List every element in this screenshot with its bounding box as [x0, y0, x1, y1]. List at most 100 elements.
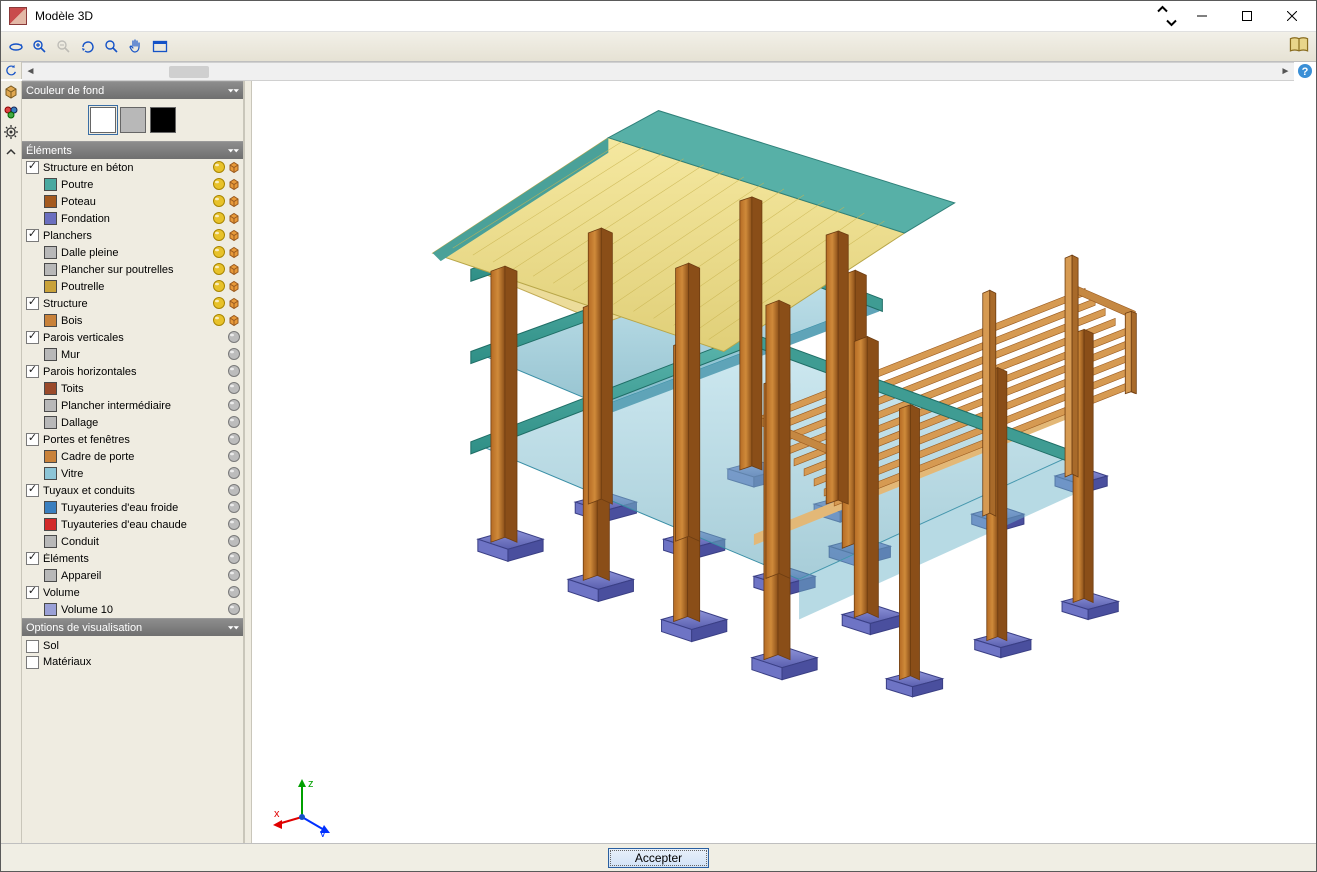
checkbox[interactable] [26, 656, 39, 669]
scroll-track[interactable] [39, 64, 1277, 80]
color-swatch[interactable] [44, 314, 57, 327]
sphere-icon[interactable] [227, 483, 241, 497]
cube-icon[interactable] [227, 245, 241, 259]
sphere-icon[interactable] [212, 177, 226, 191]
panel-header-elements[interactable]: Éléments ▾▾ [22, 141, 243, 159]
maximize-button[interactable] [1224, 2, 1269, 31]
sphere-icon[interactable] [212, 160, 226, 174]
checkbox[interactable] [26, 552, 39, 565]
color-swatch[interactable] [44, 246, 57, 259]
checkbox[interactable] [26, 161, 39, 174]
checkbox[interactable] [26, 229, 39, 242]
vis-option-row[interactable]: Sol [26, 638, 239, 654]
sphere-icon[interactable] [227, 449, 241, 463]
sphere-icon[interactable] [212, 279, 226, 293]
color-swatch[interactable] [44, 518, 57, 531]
sphere-icon[interactable] [227, 466, 241, 480]
tree-item[interactable]: Dalle pleine [22, 244, 243, 261]
color-swatch[interactable] [44, 416, 57, 429]
tree-item[interactable]: Conduit [22, 533, 243, 550]
sphere-icon[interactable] [227, 381, 241, 395]
bg-swatch-white[interactable] [90, 107, 116, 133]
zoom-window-button[interactable] [29, 36, 51, 58]
accept-button[interactable]: Accepter [608, 848, 709, 868]
tree-item[interactable]: Vitre [22, 465, 243, 482]
sphere-icon[interactable] [212, 296, 226, 310]
gear-eye-icon[interactable] [2, 123, 20, 141]
tree-item[interactable]: Toits [22, 380, 243, 397]
sphere-icon[interactable] [227, 602, 241, 616]
color-swatch[interactable] [44, 603, 57, 616]
panel-header-background[interactable]: Couleur de fond ▾▾ [22, 81, 243, 99]
tree-item[interactable]: Dallage [22, 414, 243, 431]
sphere-icon[interactable] [227, 534, 241, 548]
close-button[interactable] [1269, 2, 1314, 31]
tree-item[interactable]: Appareil [22, 567, 243, 584]
color-swatch[interactable] [44, 569, 57, 582]
cube-icon[interactable] [227, 211, 241, 225]
cube-icon[interactable] [227, 279, 241, 293]
tree-group[interactable]: Éléments [22, 550, 243, 567]
scroll-thumb[interactable] [169, 66, 209, 78]
color-swatch[interactable] [44, 467, 57, 480]
tree-item[interactable]: Fondation [22, 210, 243, 227]
tree-group[interactable]: Tuyaux et conduits [22, 482, 243, 499]
color-swatch[interactable] [44, 348, 57, 361]
tree-item[interactable]: Plancher intermédiaire [22, 397, 243, 414]
sphere-icon[interactable] [227, 347, 241, 361]
splitter[interactable] [244, 81, 252, 843]
panel-header-visoptions[interactable]: Options de visualisation ▾▾ [22, 618, 243, 636]
scroll-left-button[interactable]: ◄ [22, 63, 39, 80]
sphere-icon[interactable] [227, 500, 241, 514]
sphere-icon[interactable] [227, 585, 241, 599]
checkbox[interactable] [26, 484, 39, 497]
chevron-up-icon[interactable] [2, 143, 20, 161]
sphere-icon[interactable] [227, 551, 241, 565]
sphere-icon[interactable] [212, 313, 226, 327]
redraw-button[interactable] [77, 36, 99, 58]
tree-group[interactable]: Planchers [22, 227, 243, 244]
color-swatch[interactable] [44, 399, 57, 412]
restore-arrows-icon[interactable] [1155, 2, 1179, 31]
rotate-ccw-icon[interactable] [1, 62, 22, 79]
viewport-canvas[interactable]: z y x [252, 81, 1316, 843]
color-swatch[interactable] [44, 280, 57, 293]
sphere-icon[interactable] [212, 228, 226, 242]
sphere-icon[interactable] [227, 398, 241, 412]
minimize-button[interactable] [1179, 2, 1224, 31]
cube-icon[interactable] [227, 296, 241, 310]
sphere-icon[interactable] [212, 211, 226, 225]
bg-swatch-black[interactable] [150, 107, 176, 133]
color-swatch[interactable] [44, 178, 57, 191]
tree-item[interactable]: Tuyauteries d'eau chaude [22, 516, 243, 533]
sphere-icon[interactable] [227, 364, 241, 378]
color-swatch[interactable] [44, 535, 57, 548]
cube-icon[interactable] [227, 177, 241, 191]
cube-icon[interactable] [227, 228, 241, 242]
horizontal-scrollbar[interactable]: ◄ ► [22, 62, 1294, 81]
sphere-group-icon[interactable] [2, 103, 20, 121]
tree-item[interactable]: Mur [22, 346, 243, 363]
checkbox[interactable] [26, 297, 39, 310]
vis-option-row[interactable]: Matériaux [26, 654, 239, 670]
frame-window-button[interactable] [149, 36, 171, 58]
color-swatch[interactable] [44, 450, 57, 463]
tree-group[interactable]: Parois horizontales [22, 363, 243, 380]
sphere-icon[interactable] [212, 194, 226, 208]
tree-group[interactable]: Portes et fenêtres [22, 431, 243, 448]
pan-button[interactable] [125, 36, 147, 58]
tree-group[interactable]: Parois verticales [22, 329, 243, 346]
color-swatch[interactable] [44, 501, 57, 514]
color-swatch[interactable] [44, 382, 57, 395]
bg-swatch-grey[interactable] [120, 107, 146, 133]
zoom-previous-button[interactable] [53, 36, 75, 58]
color-swatch[interactable] [44, 263, 57, 276]
checkbox[interactable] [26, 365, 39, 378]
tree-item[interactable]: Cadre de porte [22, 448, 243, 465]
cube-icon[interactable] [227, 194, 241, 208]
tree-item[interactable]: Bois [22, 312, 243, 329]
sphere-icon[interactable] [227, 415, 241, 429]
checkbox[interactable] [26, 586, 39, 599]
manual-icon[interactable] [1288, 35, 1310, 57]
color-swatch[interactable] [44, 212, 57, 225]
